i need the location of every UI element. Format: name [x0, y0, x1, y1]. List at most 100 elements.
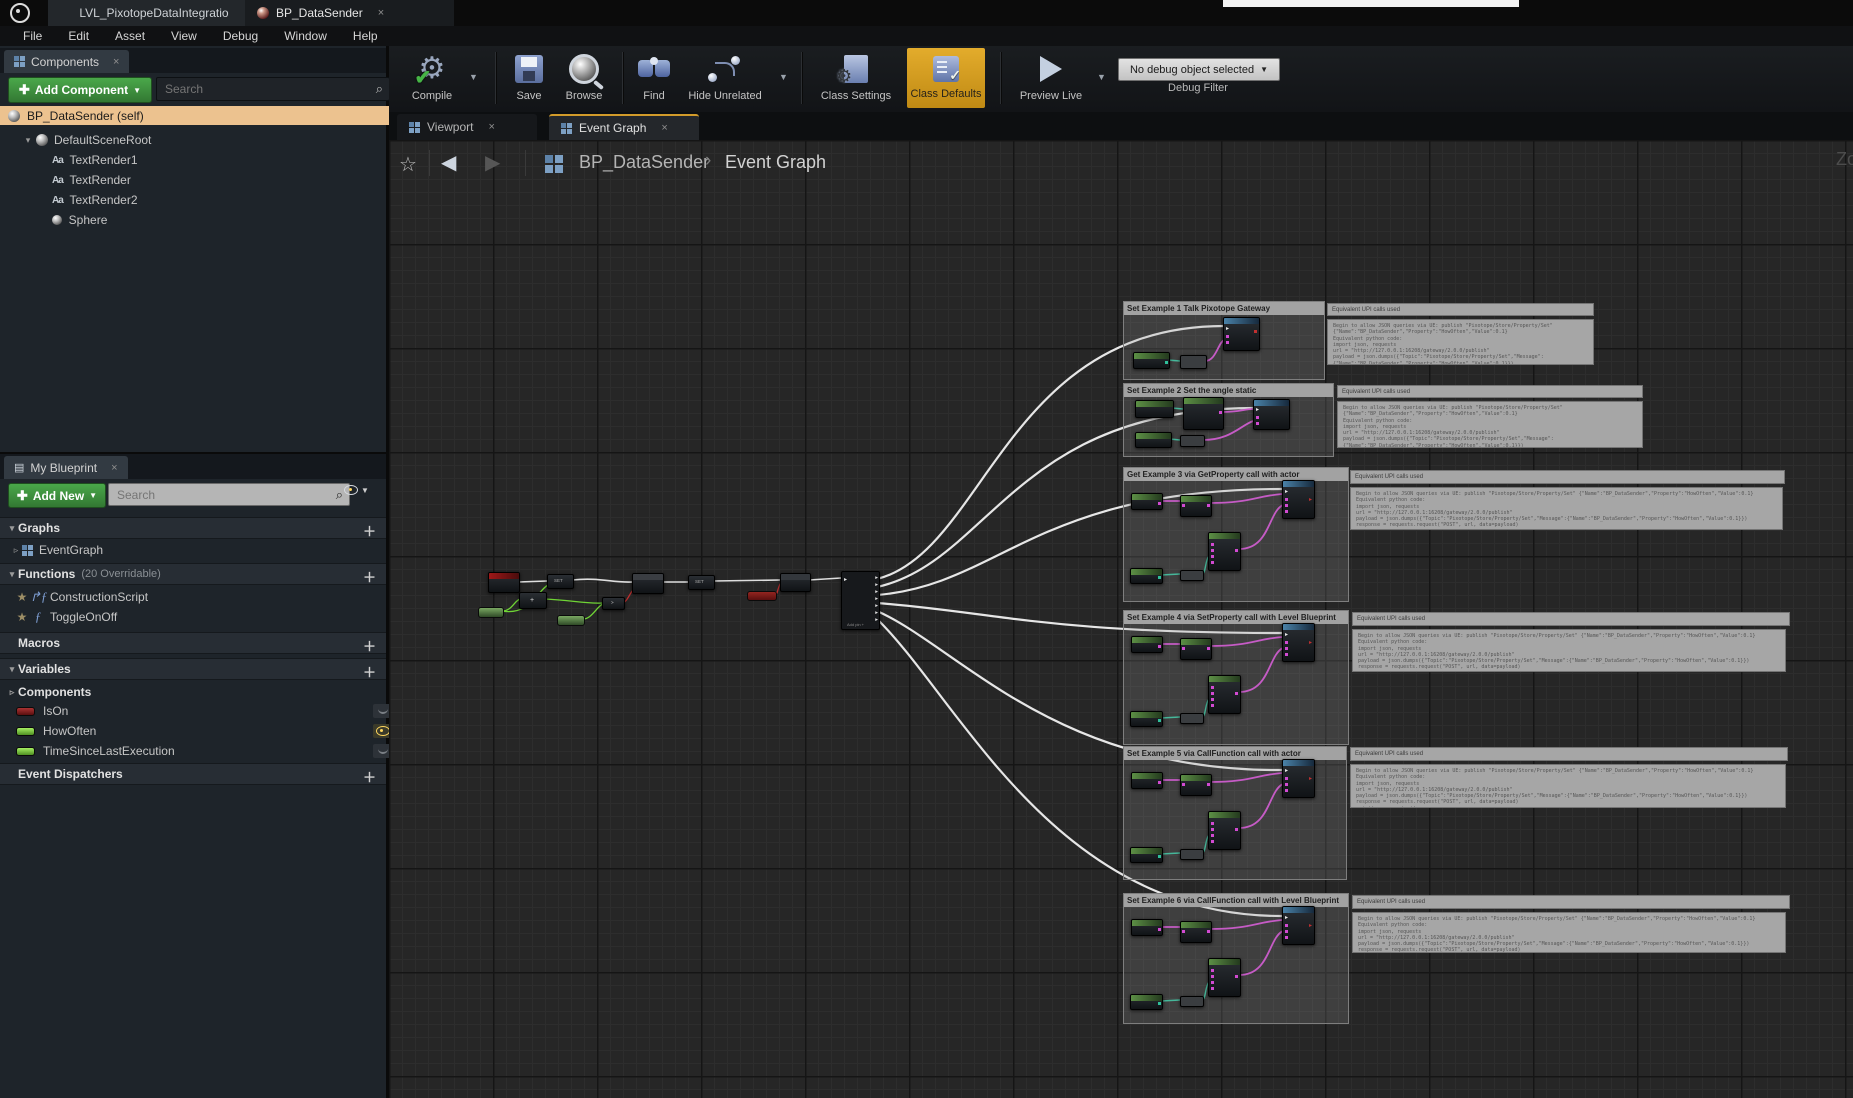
components-row-textrender[interactable]: Aa TextRender — [0, 170, 438, 190]
node-var-green[interactable] — [478, 607, 504, 618]
section-functions[interactable]: ▾Functions (20 Overridable) ＋ — [0, 563, 386, 585]
save-button[interactable]: Save — [505, 50, 553, 102]
tab-viewport[interactable]: Viewport × — [397, 114, 537, 140]
desc-comment-title-6[interactable]: Equivalent UPI calls used — [1352, 895, 1790, 909]
tab-close-icon[interactable]: × — [113, 56, 119, 68]
node-make-2[interactable] — [1183, 397, 1224, 430]
node-gateway-call-5[interactable]: ▸ ▸ — [1282, 759, 1315, 798]
node-gateway-call-6[interactable]: ▸ ▸ — [1282, 906, 1315, 945]
add-dispatcher-button[interactable]: ＋ — [363, 767, 376, 786]
node-add-float[interactable]: + — [519, 592, 547, 609]
add-new-button[interactable]: ✚Add New▼ — [8, 483, 106, 508]
node-var-6a[interactable] — [1131, 919, 1163, 936]
tab-components[interactable]: Components × — [4, 50, 129, 73]
tab-close-icon[interactable]: × — [378, 7, 384, 19]
desc-comment-title-1[interactable]: Equivalent UPI calls used — [1327, 303, 1594, 316]
compile-button[interactable]: ⚙✔ Compile — [401, 50, 463, 102]
myblueprint-search[interactable]: ⌕ — [108, 483, 350, 506]
desc-comment-title-2[interactable]: Equivalent UPI calls used — [1337, 385, 1643, 398]
node-var-bool[interactable] — [747, 591, 777, 601]
node-convert-3[interactable] — [1180, 570, 1204, 581]
comment-title[interactable]: Set Example 1 Talk Pixotope Gateway — [1124, 302, 1324, 315]
node-var-4c[interactable] — [1130, 711, 1163, 727]
node-make-payload-4[interactable] — [1208, 675, 1241, 714]
asset-tab-level[interactable]: LVL_PixotopeDataIntegratio — [48, 0, 261, 26]
node-var-4a[interactable] — [1131, 636, 1163, 653]
menu-edit[interactable]: Edit — [55, 26, 102, 46]
node-var-1[interactable] — [1133, 352, 1170, 369]
tab-close-icon[interactable]: × — [488, 121, 494, 133]
node-var-3c[interactable] — [1130, 568, 1163, 584]
node-set-1[interactable]: SET — [547, 574, 574, 589]
section-variables[interactable]: ▾Variables ＋ — [0, 658, 386, 680]
menu-help[interactable]: Help — [340, 26, 391, 46]
node-gateway-call-4[interactable]: ▸ ▸ — [1282, 623, 1315, 662]
expander-icon[interactable]: ▾ — [22, 135, 34, 146]
node-gateway-call-3[interactable]: ▸ ▸ — [1282, 480, 1315, 519]
node-make-payload-3[interactable] — [1208, 532, 1241, 571]
hide-unrelated-caret[interactable]: ▼ — [779, 72, 788, 82]
node-4b[interactable] — [1180, 638, 1212, 660]
node-6b[interactable] — [1180, 921, 1212, 943]
menu-asset[interactable]: Asset — [102, 26, 158, 46]
preview-live-button[interactable]: Preview Live — [1011, 50, 1091, 102]
comment-title[interactable]: Set Example 6 via CallFunction call with… — [1124, 894, 1348, 907]
desc-comment-title-5[interactable]: Equivalent UPI calls used — [1350, 747, 1788, 761]
comment-title[interactable]: Set Example 4 via SetProperty call with … — [1124, 611, 1348, 624]
node-convert-5[interactable] — [1180, 849, 1204, 860]
node-event-tick[interactable] — [488, 572, 520, 593]
node-var-5c[interactable] — [1130, 847, 1163, 863]
add-function-button[interactable]: ＋ — [363, 567, 376, 586]
components-row-textrender2[interactable]: Aa TextRender2 — [0, 190, 438, 210]
node-var-6c[interactable] — [1130, 994, 1163, 1010]
components-row-self[interactable]: BP_DataSender (self) — [0, 106, 394, 125]
components-search[interactable]: ⌕ — [156, 77, 390, 101]
menu-window[interactable]: Window — [271, 26, 340, 46]
tab-close-icon[interactable]: × — [661, 122, 667, 134]
row-constructionscript[interactable]: ★ ↱ƒ ConstructionScript — [0, 587, 400, 607]
expander-icon[interactable]: ▹ — [6, 687, 18, 698]
node-var-2a[interactable] — [1135, 400, 1174, 418]
node-var-5a[interactable] — [1131, 772, 1163, 789]
comment-title[interactable]: Set Example 2 Set the angle static — [1124, 384, 1333, 397]
add-graph-button[interactable]: ＋ — [363, 521, 376, 540]
node-convert-4[interactable] — [1180, 713, 1204, 724]
compile-options-caret[interactable]: ▼ — [469, 72, 478, 82]
node-gateway-call-2[interactable]: ▸ — [1253, 399, 1290, 430]
menu-file[interactable]: File — [10, 26, 55, 46]
desc-comment-title-3[interactable]: Equivalent UPI calls used — [1350, 470, 1785, 484]
node-3b[interactable] — [1180, 495, 1212, 517]
hide-unrelated-button[interactable]: Hide Unrelated — [679, 50, 771, 102]
myblueprint-search-input[interactable] — [115, 487, 336, 503]
node-convert-1[interactable] — [1180, 355, 1207, 369]
node-convert-6[interactable] — [1180, 996, 1204, 1007]
debug-object-dropdown[interactable]: No debug object selected▼ — [1118, 58, 1280, 81]
row-var-timesincelastexecution[interactable]: TimeSinceLastExecution — [0, 741, 402, 761]
browse-button[interactable]: Browse — [555, 50, 613, 102]
add-variable-button[interactable]: ＋ — [363, 662, 376, 681]
add-macro-button[interactable]: ＋ — [363, 636, 376, 655]
row-var-ison[interactable]: IsOn — [0, 701, 402, 721]
node-branch[interactable] — [632, 573, 664, 594]
section-event-dispatchers[interactable]: Event Dispatchers ＋ — [0, 763, 386, 785]
menu-debug[interactable]: Debug — [210, 26, 271, 46]
menu-view[interactable]: View — [158, 26, 210, 46]
row-variables-group-components[interactable]: ▹Components — [0, 682, 392, 702]
node-var-green[interactable] — [557, 615, 585, 626]
node-gateway-call-1[interactable]: ▸ — [1223, 317, 1260, 351]
class-defaults-button[interactable]: Class Defaults — [907, 48, 985, 108]
tab-my-blueprint[interactable]: ▤ My Blueprint × — [4, 456, 128, 479]
add-component-button[interactable]: ✚Add Component▼ — [8, 77, 152, 103]
find-button[interactable]: Find — [631, 50, 677, 102]
components-row-textrender1[interactable]: Aa TextRender1 — [0, 150, 438, 170]
event-graph-canvas[interactable]: ☆ ◀ ▶ BP_DataSender › Event Graph Zoom — [389, 140, 1853, 1098]
comment-title[interactable]: Get Example 3 via GetProperty call with … — [1124, 468, 1348, 481]
asset-tab-bp-datasender[interactable]: BP_DataSender × — [245, 0, 454, 28]
components-search-input[interactable] — [163, 81, 376, 97]
desc-comment-title-4[interactable]: Equivalent UPI calls used — [1352, 612, 1790, 626]
node-5b[interactable] — [1180, 774, 1212, 796]
row-toggleonoff[interactable]: ★ ƒ ToggleOnOff — [0, 607, 400, 627]
node-var-2b[interactable] — [1135, 432, 1172, 448]
tab-close-icon[interactable]: × — [111, 462, 117, 474]
node-make-payload-5[interactable] — [1208, 811, 1241, 850]
